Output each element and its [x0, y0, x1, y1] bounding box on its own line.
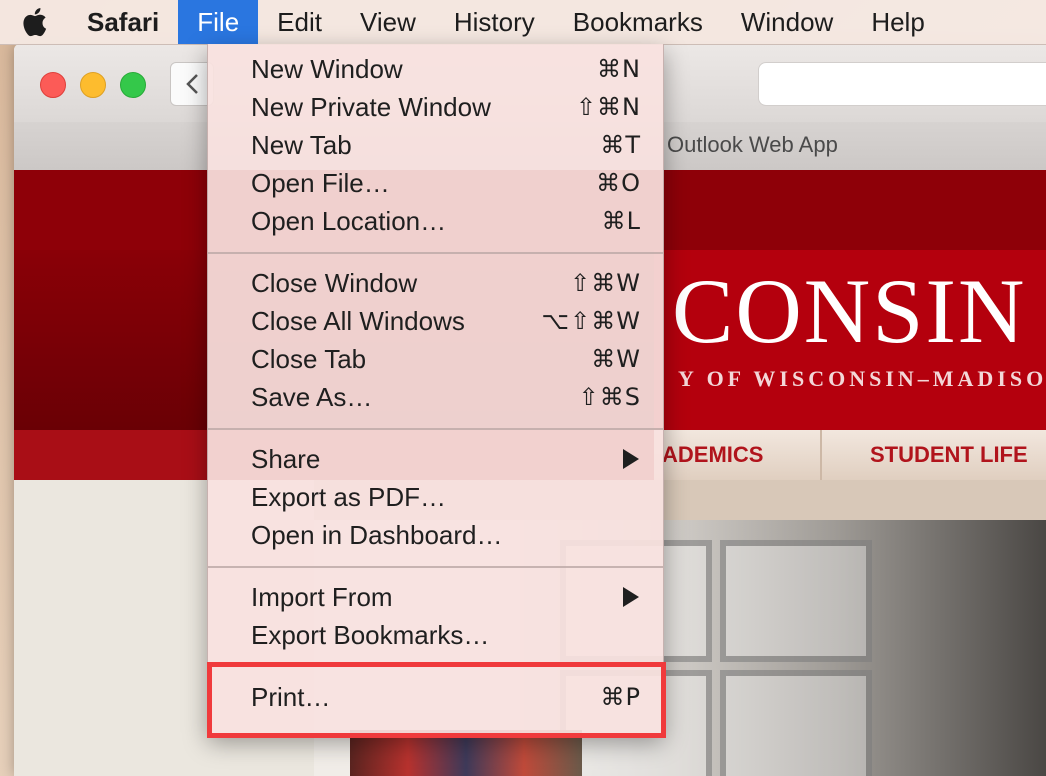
menu-item-label: Import From	[251, 581, 393, 612]
menu-item-label: New Private Window	[251, 91, 491, 122]
menu-bookmarks[interactable]: Bookmarks	[554, 0, 722, 44]
close-window-button[interactable]	[40, 72, 66, 98]
menu-item-label: Open in Dashboard…	[251, 519, 503, 550]
minimize-window-button[interactable]	[80, 72, 106, 98]
menu-item-shortcut: ⌥⇧⌘W	[541, 307, 641, 335]
menu-item-save-as[interactable]: Save As… ⇧⌘S	[208, 378, 663, 416]
address-bar[interactable]	[758, 62, 1046, 106]
menu-item-label: Open Location…	[251, 205, 447, 236]
menu-item-shortcut: ⌘L	[601, 207, 641, 235]
menu-edit[interactable]: Edit	[258, 0, 341, 44]
zoom-window-button[interactable]	[120, 72, 146, 98]
menu-item-label: Share	[251, 443, 321, 474]
menu-item-label: Close Window	[251, 267, 418, 298]
menu-help[interactable]: Help	[852, 0, 943, 44]
menu-item-close-tab[interactable]: Close Tab ⌘W	[208, 340, 663, 378]
menu-bar: Safari File Edit View History Bookmarks …	[0, 0, 1046, 45]
menu-item-label: New Tab	[251, 129, 352, 160]
menu-separator	[208, 566, 663, 568]
file-menu-dropdown: New Window ⌘N New Private Window ⇧⌘N New…	[207, 44, 664, 735]
menu-item-shortcut: ⌘N	[597, 55, 641, 83]
favorites-link-outlook[interactable]: Outlook Web App	[667, 132, 838, 158]
page-nav: ADEMICS STUDENT LIFE	[654, 430, 1046, 481]
menu-item-label: Print…	[251, 681, 331, 712]
menu-view[interactable]: View	[341, 0, 435, 44]
menu-item-label: Export as PDF…	[251, 481, 447, 512]
menu-item-share[interactable]: Share	[208, 440, 663, 478]
menu-item-new-private-window[interactable]: New Private Window ⇧⌘N	[208, 88, 663, 126]
menu-item-shortcut: ⌘P	[600, 683, 641, 711]
menu-item-label: Close All Windows	[251, 305, 465, 336]
menu-item-shortcut: ⇧⌘S	[578, 383, 641, 411]
menu-window[interactable]: Window	[722, 0, 852, 44]
menu-file[interactable]: File	[178, 0, 259, 44]
apple-icon[interactable]	[0, 0, 68, 44]
menu-item-close-window[interactable]: Close Window ⇧⌘W	[208, 264, 663, 302]
submenu-arrow-icon	[623, 587, 639, 607]
menu-item-open-in-dashboard[interactable]: Open in Dashboard…	[208, 516, 663, 554]
menu-history[interactable]: History	[435, 0, 554, 44]
menu-item-label: Export Bookmarks…	[251, 619, 490, 650]
nav-academics[interactable]: ADEMICS	[662, 430, 763, 480]
menu-item-open-location[interactable]: Open Location… ⌘L	[208, 202, 663, 240]
menu-item-new-window[interactable]: New Window ⌘N	[208, 50, 663, 88]
menu-item-open-file[interactable]: Open File… ⌘O	[208, 164, 663, 202]
nav-student-life[interactable]: STUDENT LIFE	[870, 430, 1028, 480]
window-pane	[720, 670, 872, 776]
submenu-arrow-icon	[623, 449, 639, 469]
nav-divider	[820, 430, 822, 480]
students-photo	[350, 730, 582, 776]
menu-item-close-all-windows[interactable]: Close All Windows ⌥⇧⌘W	[208, 302, 663, 340]
menu-item-label: New Window	[251, 53, 403, 84]
menu-item-export-pdf[interactable]: Export as PDF…	[208, 478, 663, 516]
menu-item-shortcut: ⌘O	[596, 169, 641, 197]
menu-separator	[208, 252, 663, 254]
uw-wordmark: CONSIN	[672, 260, 1027, 362]
menu-item-label: Open File…	[251, 167, 390, 198]
menu-safari[interactable]: Safari	[68, 0, 178, 44]
menu-item-shortcut: ⇧⌘W	[570, 269, 641, 297]
menu-item-shortcut: ⌘W	[591, 345, 641, 373]
menu-item-new-tab[interactable]: New Tab ⌘T	[208, 126, 663, 164]
menu-item-label: Save As…	[251, 381, 373, 412]
menu-item-shortcut: ⌘T	[600, 131, 641, 159]
menu-item-import-from[interactable]: Import From	[208, 578, 663, 616]
menu-item-label: Close Tab	[251, 343, 367, 374]
menu-separator	[208, 428, 663, 430]
uw-tagline: Y OF WISCONSIN–MADISO	[678, 366, 1046, 391]
page-header-logo[interactable]: CONSIN Y OF WISCONSIN–MADISO	[654, 250, 1046, 430]
menu-item-shortcut: ⇧⌘N	[575, 93, 641, 121]
chevron-left-icon	[186, 74, 198, 94]
menu-separator	[208, 664, 663, 666]
window-pane	[720, 540, 872, 662]
menu-item-export-bookmarks[interactable]: Export Bookmarks…	[208, 616, 663, 654]
menu-item-print[interactable]: Print… ⌘P	[208, 678, 663, 716]
